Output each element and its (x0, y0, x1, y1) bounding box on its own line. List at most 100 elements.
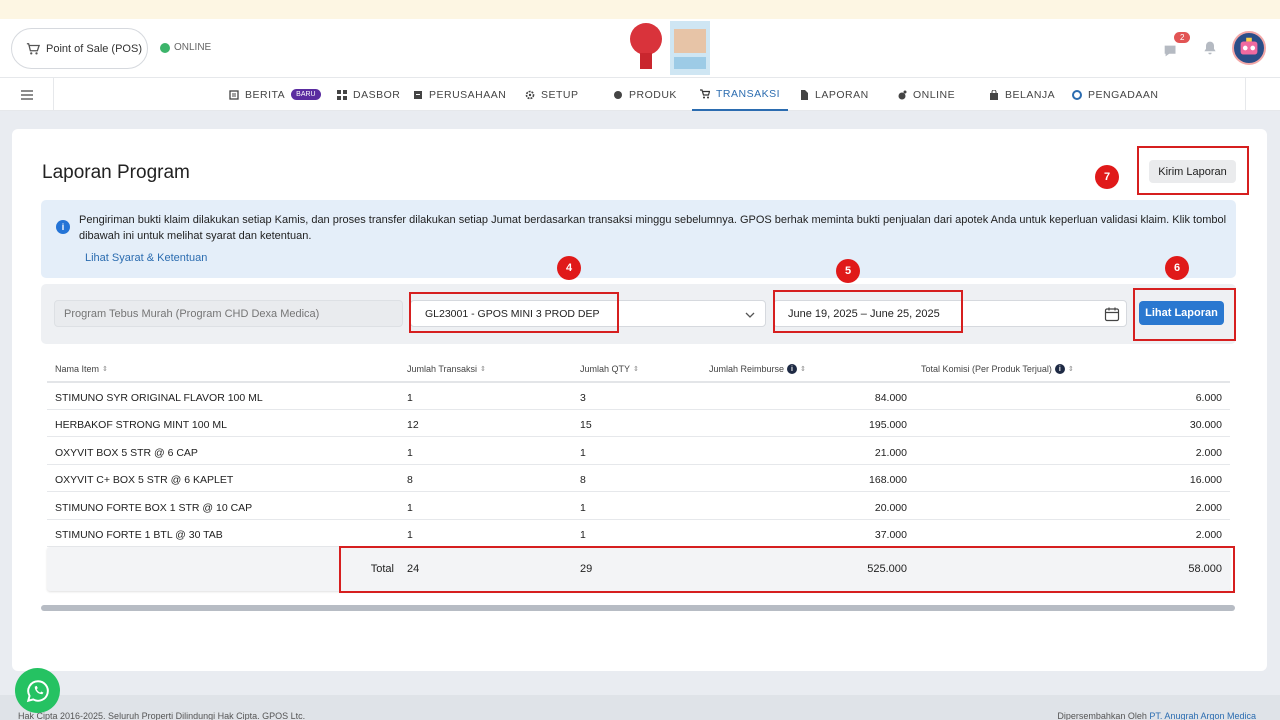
footer-credit-prefix: Dipersembahkan Oleh (1057, 711, 1150, 720)
info-text: Pengiriman bukti klaim dilakukan setiap … (79, 214, 1227, 242)
info-icon[interactable]: i (787, 364, 798, 374)
bell-icon[interactable] (1202, 40, 1218, 56)
nav-item-berita[interactable]: BERITA BARU (229, 78, 321, 111)
sort-icon: ⇕ (102, 366, 108, 373)
col-header-reimb[interactable]: Jumlah Reimburse i ⇕ (709, 364, 806, 374)
cell-kom: 2.000 (1195, 447, 1222, 459)
online-status: ONLINE (160, 42, 211, 53)
highlight-box-date (773, 290, 963, 333)
promo-banner-image[interactable] (622, 19, 712, 77)
info-icon[interactable]: i (1054, 364, 1065, 374)
step-marker-6: 6 (1165, 256, 1189, 280)
shopping-bag-icon (990, 89, 998, 100)
highlight-box-code (409, 292, 619, 333)
col-header-name[interactable]: Nama Item ⇕ (55, 364, 108, 374)
product-icon (614, 90, 622, 99)
nav-divider (1245, 78, 1246, 111)
nav-label-belanja: BELANJA (1005, 88, 1056, 101)
cell-reimb: 168.000 (869, 474, 907, 486)
procurement-icon (1072, 89, 1082, 100)
col-header-name-label: Nama Item (55, 364, 100, 374)
cell-name: HERBAKOF STRONG MINT 100 ML (55, 419, 227, 431)
cell-kom: 2.000 (1195, 529, 1222, 541)
header-actions: 2 (1164, 31, 1266, 65)
cell-reimb: 37.000 (874, 529, 907, 541)
cell-qty: 1 (580, 529, 586, 541)
nav-label-perusahaan: PERUSAHAAN (429, 88, 507, 101)
cell-qty: 8 (580, 474, 586, 486)
cell-kom: 30.000 (1189, 419, 1222, 431)
avatar-robot-icon (1240, 37, 1258, 55)
main-nav: BERITA BARU DASBOR PERUSAHAAN SETUP PROD… (0, 77, 1280, 111)
table-row: OXYVIT BOX 5 STR @ 6 CAP 1 1 21.000 2.00… (47, 438, 1230, 465)
company-icon (414, 90, 422, 99)
nav-item-setup[interactable]: SETUP (525, 78, 579, 111)
nav-label-dasbor: DASBOR (353, 88, 401, 101)
user-avatar[interactable] (1232, 31, 1266, 65)
col-header-trx[interactable]: Jumlah Transaksi ⇕ (407, 364, 486, 374)
cart-icon (26, 42, 40, 55)
step-marker-4: 4 (557, 256, 581, 280)
info-banner: i Pengiriman bukti klaim dilakukan setia… (41, 200, 1236, 278)
cell-qty: 3 (580, 392, 586, 404)
report-icon (801, 89, 808, 100)
col-header-kom[interactable]: Total Komisi (Per Produk Terjual) i ⇕ (921, 364, 1074, 374)
nav-item-belanja[interactable]: BELANJA (989, 78, 1055, 111)
nav-label-transaksi: TRANSAKSI (716, 87, 781, 100)
table-row: HERBAKOF STRONG MINT 100 ML 12 15 195.00… (47, 410, 1230, 437)
table-row: STIMUNO FORTE BOX 1 STR @ 10 CAP 1 1 20.… (47, 493, 1230, 520)
pos-label: Point of Sale (POS) (46, 42, 142, 55)
col-header-qty[interactable]: Jumlah QTY ⇕ (580, 364, 639, 374)
cell-trx: 8 (407, 474, 413, 486)
status-dot-icon (160, 42, 170, 53)
col-header-trx-label: Jumlah Transaksi (407, 364, 478, 374)
info-icon: i (56, 220, 70, 234)
col-header-qty-label: Jumlah QTY (580, 364, 631, 374)
footer-brand-link[interactable]: PT. Anugrah Argon Medica (1149, 711, 1256, 720)
calendar-icon[interactable] (1104, 306, 1120, 322)
new-badge: BARU (291, 89, 321, 100)
news-icon (229, 89, 239, 100)
sort-icon: ⇕ (1067, 366, 1074, 373)
nav-item-pengadaan[interactable]: PENGADAAN (1072, 78, 1158, 111)
cell-kom: 6.000 (1195, 392, 1222, 404)
pos-switch-button[interactable]: Point of Sale (POS) (11, 28, 148, 69)
gear-icon (525, 90, 535, 99)
nav-label-produk: PRODUK (629, 88, 677, 101)
cell-trx: 1 (407, 392, 413, 404)
cart-icon (700, 88, 710, 98)
nav-item-online[interactable]: ONLINE (897, 78, 955, 111)
nav-item-produk[interactable]: PRODUK (613, 78, 677, 111)
cell-reimb: 84.000 (874, 392, 907, 404)
nav-label-berita: BERITA (245, 88, 286, 101)
cell-reimb: 195.000 (869, 419, 907, 431)
horizontal-scrollbar[interactable] (41, 605, 1235, 611)
nav-item-laporan[interactable]: LAPORAN (799, 78, 869, 111)
menu-toggle-button[interactable] (0, 78, 54, 111)
cell-name: OXYVIT BOX 5 STR @ 6 CAP (55, 447, 198, 459)
nav-item-dasbor[interactable]: DASBOR (337, 78, 400, 111)
terms-link[interactable]: Lihat Syarat & Ketentuan (85, 252, 207, 264)
copyright-text: Hak Cipta 2016-2025. Seluruh Properti Di… (18, 711, 306, 720)
dashboard-icon (337, 89, 347, 100)
chat-button[interactable]: 2 (1164, 32, 1191, 58)
table-row: STIMUNO SYR ORIGINAL FLAVOR 100 ML 1 3 8… (47, 383, 1230, 410)
highlight-box-lihat (1133, 288, 1236, 341)
program-field[interactable] (54, 300, 403, 327)
nav-label-pengadaan: PENGADAAN (1088, 88, 1159, 101)
step-marker-5: 5 (836, 259, 860, 283)
nav-item-transaksi[interactable]: TRANSAKSI (692, 78, 789, 111)
table-row: STIMUNO FORTE 1 BTL @ 30 TAB 1 1 37.000 … (47, 520, 1230, 547)
cell-reimb: 20.000 (874, 502, 907, 514)
chevron-down-icon (745, 312, 755, 318)
cell-trx: 1 (407, 447, 413, 459)
page-title: Laporan Program (42, 162, 190, 183)
chat-count-badge: 2 (1174, 32, 1191, 43)
nav-item-perusahaan[interactable]: PERUSAHAAN (413, 78, 506, 111)
chat-icon (1164, 45, 1176, 57)
cell-qty: 15 (580, 419, 592, 431)
whatsapp-button[interactable] (15, 668, 60, 713)
cell-name: STIMUNO FORTE BOX 1 STR @ 10 CAP (55, 502, 253, 514)
cell-kom: 2.000 (1195, 502, 1222, 514)
nav-label-online: ONLINE (913, 88, 956, 101)
